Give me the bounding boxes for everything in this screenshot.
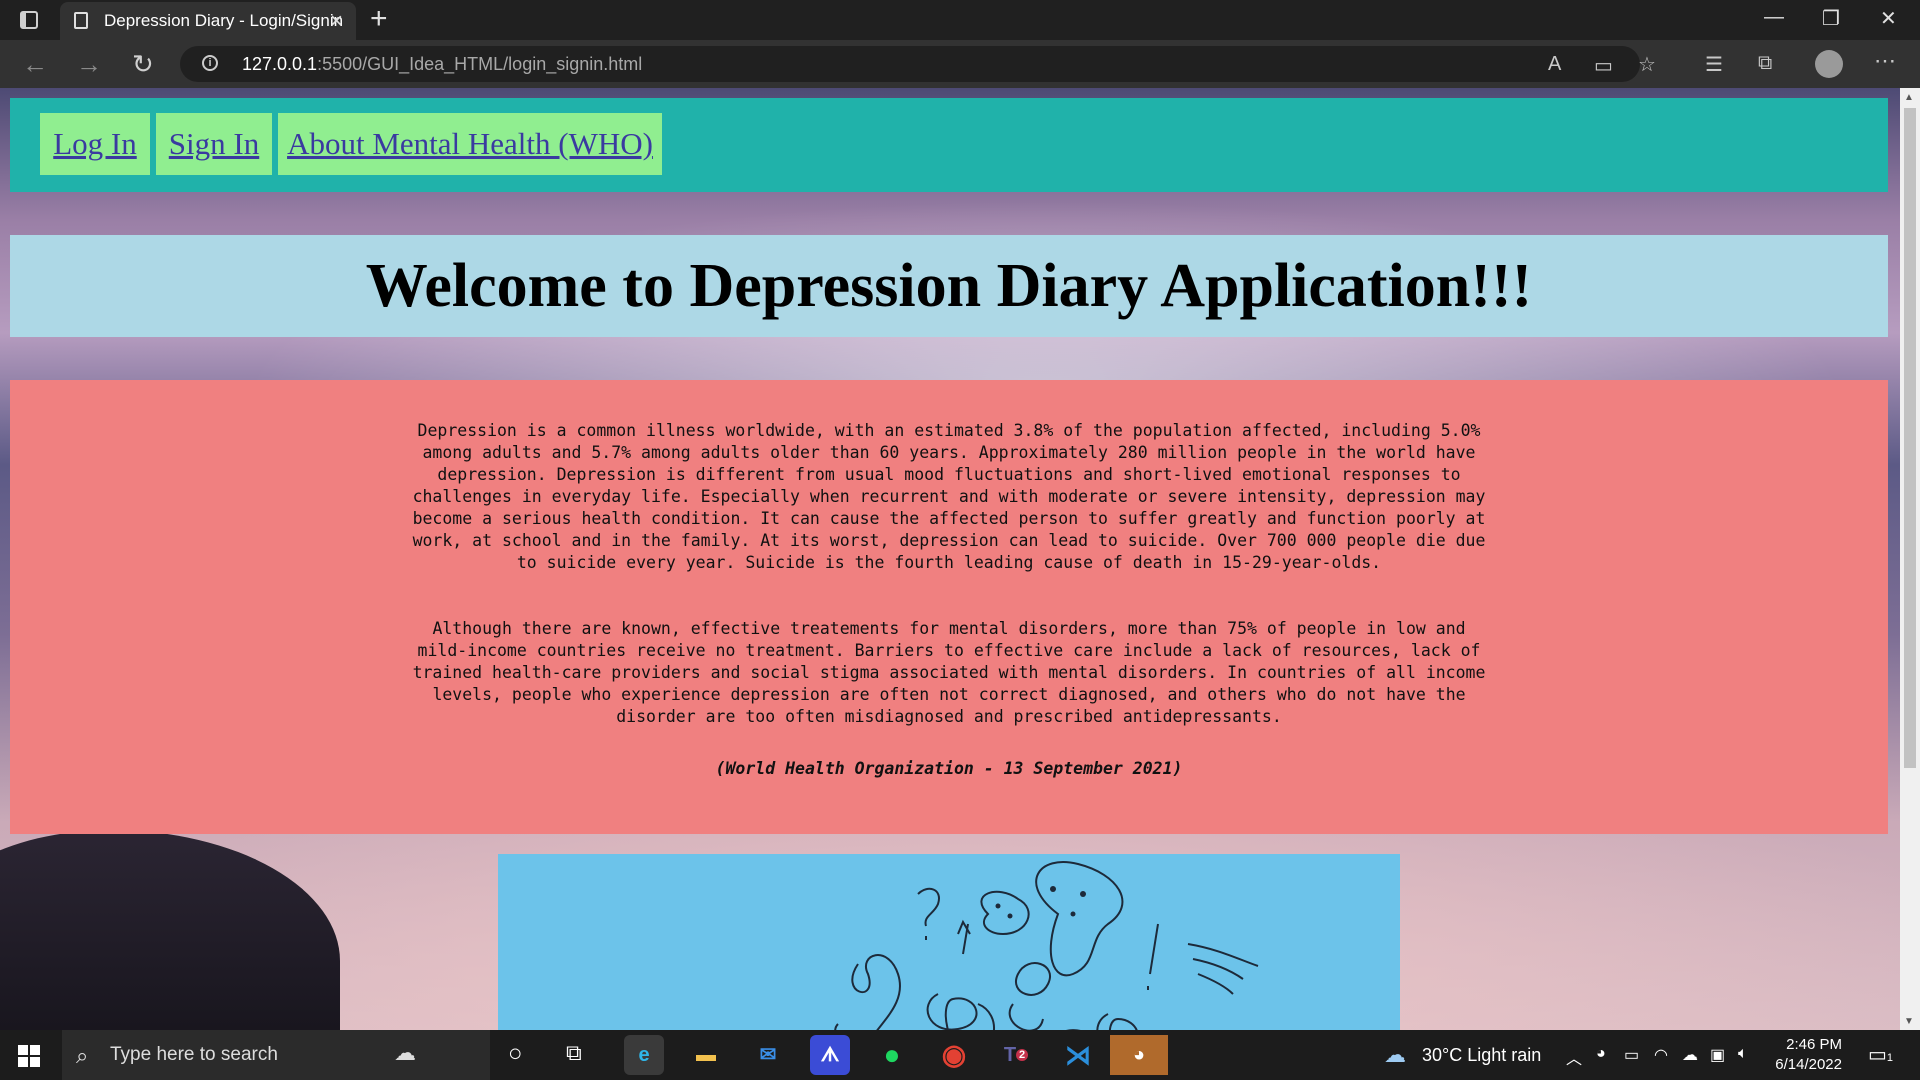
favorite-star-icon[interactable]: ☆	[1638, 52, 1656, 77]
cortana-icon[interactable]: ○	[508, 1040, 523, 1068]
volume-icon[interactable]: 🔈︎	[1738, 1045, 1748, 1063]
restore-button[interactable]: ❐	[1822, 6, 1840, 31]
scrollbar-thumb[interactable]	[1904, 108, 1916, 768]
depression-info-section: Depression is a common illness worldwide…	[10, 380, 1888, 834]
info-paragraph-2: Although there are known, effective trea…	[412, 619, 1486, 726]
refresh-icon[interactable]: ↻	[132, 49, 154, 80]
scroll-up-arrow-icon[interactable]: ▲	[1904, 92, 1914, 103]
taskbar-clock[interactable]: 2:46 PM 6/14/2022	[1772, 1035, 1842, 1075]
new-tab-button[interactable]: +	[370, 2, 388, 36]
discord-icon[interactable]: ◕	[1110, 1035, 1168, 1075]
mail-app-icon[interactable]: ✉	[748, 1035, 788, 1075]
address-bar-row: ← → ↻ i 127.0.0.1:5500/GUI_Idea_HTML/log…	[0, 40, 1920, 88]
login-link[interactable]: Log In	[40, 113, 150, 175]
weather-icon: ☁	[1384, 1042, 1406, 1067]
search-icon: ⌕	[76, 1043, 89, 1068]
device-icon[interactable]: ▣	[1710, 1045, 1725, 1065]
wifi-icon[interactable]: ◠	[1654, 1045, 1668, 1065]
discord-tray-icon[interactable]: ◕	[1596, 1045, 1606, 1063]
spotify-icon[interactable]: ●	[872, 1035, 912, 1075]
clock-date: 6/14/2022	[1775, 1056, 1842, 1073]
immersive-reader-icon[interactable]: ▭	[1594, 53, 1613, 78]
windows-taskbar: ⌕ Type here to search ☁ ○ ⧉ e ▬ ✉ ᗑ ● ◉ …	[0, 1030, 1920, 1080]
taskbar-search-box[interactable]: ⌕ Type here to search ☁	[62, 1030, 490, 1080]
search-placeholder: Type here to search	[110, 1044, 278, 1065]
teams-icon[interactable]: T2	[996, 1035, 1036, 1075]
browser-tab-bar: Depression Diary - Login/Signin × + — ❐ …	[0, 0, 1920, 40]
close-window-button[interactable]: ✕	[1880, 6, 1897, 31]
dev-app-icon[interactable]: ᗑ	[810, 1035, 850, 1075]
scribble-doodle-image	[834, 861, 1259, 1030]
page-viewport: Log In Sign In About Mental Health (WHO)…	[0, 88, 1900, 1030]
battery-icon[interactable]: ▭	[1624, 1045, 1639, 1065]
task-view-icon[interactable]: ⧉	[566, 1040, 582, 1066]
site-info-icon[interactable]: i	[202, 55, 218, 71]
info-paragraph-1: Depression is a common illness worldwide…	[412, 421, 1486, 572]
weather-text[interactable]: 30°C Light rain	[1422, 1045, 1541, 1066]
clock-time: 2:46 PM	[1786, 1036, 1842, 1053]
about-mental-health-link[interactable]: About Mental Health (WHO)	[278, 113, 662, 175]
url-text: 127.0.0.1:5500/GUI_Idea_HTML/login_signi…	[242, 54, 643, 74]
tab-title: Depression Diary - Login/Signin	[104, 11, 344, 30]
tab-close-icon[interactable]: ×	[330, 8, 343, 34]
back-icon[interactable]: ←	[22, 49, 48, 80]
teams-badge: 2	[1016, 1049, 1029, 1061]
who-citation: (World Health Organization - 13 Septembe…	[715, 759, 1183, 778]
vscode-icon[interactable]: ⋊	[1058, 1035, 1098, 1075]
collections-icon[interactable]: ⧉	[1758, 52, 1772, 75]
chrome-icon[interactable]: ◉	[934, 1035, 974, 1075]
background-landscape	[0, 830, 340, 1030]
browser-tab[interactable]: Depression Diary - Login/Signin ×	[60, 2, 356, 40]
welcome-heading: Welcome to Depression Diary Application!…	[10, 235, 1888, 337]
minimize-button[interactable]: —	[1764, 6, 1784, 29]
forward-icon[interactable]: →	[76, 49, 102, 80]
edge-app-icon[interactable]: e	[624, 1035, 664, 1075]
profile-avatar-icon[interactable]	[1815, 50, 1843, 78]
read-aloud-icon[interactable]: A	[1548, 53, 1561, 76]
tab-actions-icon[interactable]	[20, 11, 38, 29]
favorites-icon[interactable]: ☰	[1705, 52, 1723, 77]
notification-center-icon[interactable]: ▭1	[1868, 1042, 1893, 1067]
url-input[interactable]: i 127.0.0.1:5500/GUI_Idea_HTML/login_sig…	[180, 46, 1656, 82]
more-menu-icon[interactable]: ⋯	[1874, 48, 1896, 74]
notification-count: 1	[1886, 1052, 1894, 1064]
search-highlight-icon: ☁	[394, 1040, 416, 1065]
file-explorer-icon[interactable]: ▬	[686, 1035, 726, 1075]
signin-link[interactable]: Sign In	[156, 113, 272, 175]
navbar: Log In Sign In About Mental Health (WHO)	[10, 98, 1888, 192]
windows-start-icon[interactable]	[18, 1045, 40, 1067]
onedrive-icon[interactable]: ☁	[1682, 1045, 1698, 1065]
doodle-illustration	[498, 854, 1400, 1030]
scroll-down-arrow-icon[interactable]: ▼	[1904, 1016, 1914, 1027]
page-icon	[74, 12, 88, 29]
show-hidden-icons[interactable]: ︿	[1566, 1045, 1582, 1069]
